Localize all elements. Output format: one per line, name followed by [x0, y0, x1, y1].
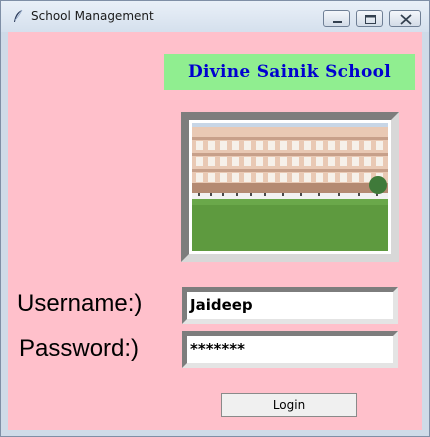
maximize-button[interactable] [356, 10, 383, 27]
login-button[interactable]: Login [221, 393, 357, 417]
window-title: School Management [31, 9, 154, 23]
close-button[interactable] [389, 10, 421, 27]
title-bar[interactable]: School Management [1, 1, 429, 32]
minimize-icon [333, 21, 342, 23]
app-window: School Management Divine Sainik School U… [0, 0, 430, 437]
password-input[interactable]: ******* [182, 331, 398, 368]
login-panel: Divine Sainik School Username:) Jaideep … [8, 32, 422, 430]
username-input[interactable]: Jaideep [182, 287, 398, 324]
username-label: Username:) [17, 290, 143, 317]
password-label: Password:) [19, 335, 140, 362]
minimize-button[interactable] [323, 10, 350, 27]
feather-icon [14, 9, 23, 22]
maximize-icon [365, 15, 376, 24]
school-photo [192, 123, 388, 251]
close-icon [400, 14, 412, 25]
school-photo-frame [181, 112, 399, 262]
school-name-banner: Divine Sainik School [164, 54, 415, 90]
